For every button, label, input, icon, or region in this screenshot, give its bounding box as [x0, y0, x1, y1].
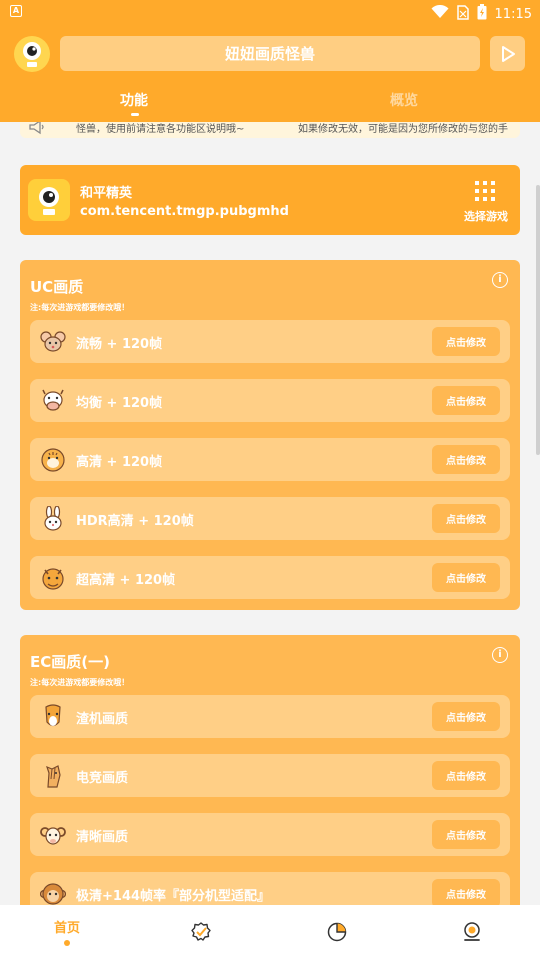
- profile-icon: [464, 922, 480, 941]
- tab-features[interactable]: 功能: [120, 90, 148, 110]
- item-label: 流畅 + 120帧: [76, 337, 163, 352]
- status-icons: 11:15: [431, 4, 532, 24]
- item-label: HDR高清 + 120帧: [76, 514, 194, 529]
- select-game-button[interactable]: 选择游戏: [460, 179, 510, 225]
- grid-icon: [475, 181, 495, 201]
- scrollbar[interactable]: [536, 185, 540, 455]
- active-nav-dot: [64, 940, 70, 946]
- list-item: 高清 + 120帧 点击修改: [30, 438, 510, 481]
- list-item: 清晰画质 点击修改: [30, 813, 510, 856]
- nav-home[interactable]: 首页: [37, 905, 97, 960]
- badge-check-icon: [191, 922, 211, 941]
- battery-charging-icon: [477, 4, 487, 24]
- snake-icon: [45, 704, 61, 727]
- monkey-icon: [40, 883, 66, 905]
- horse-icon: [46, 765, 61, 788]
- info-icon[interactable]: i: [492, 647, 508, 663]
- item-label: 均衡 + 120帧: [76, 396, 163, 411]
- info-icon[interactable]: i: [492, 272, 508, 288]
- section-note: 注:每次进游戏都要修改哦！: [30, 303, 130, 312]
- nav-item-2[interactable]: [172, 905, 232, 960]
- nav-item-3[interactable]: [308, 905, 368, 960]
- item-label: 极清+144帧率『部分机型适配』: [76, 889, 271, 904]
- item-label: 渣机画质: [76, 712, 129, 727]
- item-label: 高清 + 120帧: [76, 455, 163, 470]
- modify-button[interactable]: 点击修改: [432, 386, 500, 415]
- tab-overview[interactable]: 概览: [390, 90, 418, 110]
- monster-logo-icon: [23, 42, 41, 67]
- ec-quality-section: EC画质(一) 注:每次进游戏都要修改哦！ i 渣机画质 点击修改 电竞画质 点…: [20, 635, 520, 935]
- item-label: 清晰画质: [76, 830, 129, 845]
- modify-button[interactable]: 点击修改: [432, 879, 500, 908]
- nav-item-4[interactable]: [443, 905, 503, 960]
- game-package: com.tencent.tmgp.pubgmhd: [80, 204, 289, 219]
- game-logo-icon: [28, 179, 70, 221]
- status-time: 11:15: [494, 6, 532, 22]
- modify-button[interactable]: 点击修改: [432, 702, 500, 731]
- bottom-navigation: 首页: [0, 905, 540, 960]
- selected-game-card: 和平精英 com.tencent.tmgp.pubgmhd 选择游戏: [20, 165, 520, 235]
- list-item: 渣机画质 点击修改: [30, 695, 510, 738]
- list-item: HDR高清 + 120帧 点击修改: [30, 497, 510, 540]
- notice-text-2: 如果修改无效，可能是因为您所修改的与您的手: [298, 124, 508, 135]
- app-title: 妞妞画质怪兽: [60, 36, 480, 71]
- section-title: UC画质: [30, 278, 84, 296]
- modify-button[interactable]: 点击修改: [432, 504, 500, 533]
- play-button[interactable]: [490, 36, 525, 71]
- cow-icon: [42, 389, 64, 411]
- item-label: 电竞画质: [76, 771, 129, 786]
- pie-chart-icon: [327, 922, 347, 942]
- uc-quality-section: UC画质 注:每次进游戏都要修改哦！ i 流畅 + 120帧 点击修改 均衡 +…: [20, 260, 520, 610]
- modify-button[interactable]: 点击修改: [432, 327, 500, 356]
- list-item: 流畅 + 120帧 点击修改: [30, 320, 510, 363]
- wifi-icon: [431, 4, 449, 23]
- item-label: 超高清 + 120帧: [76, 573, 176, 588]
- dragon-icon: [42, 568, 64, 590]
- app-logo[interactable]: [14, 36, 50, 72]
- no-sim-icon: [456, 4, 469, 24]
- modify-button[interactable]: 点击修改: [432, 563, 500, 592]
- status-bar: A 11:15: [0, 0, 540, 26]
- notification-icon: A: [10, 5, 22, 17]
- section-note: 注:每次进游戏都要修改哦！: [30, 678, 130, 687]
- nav-home-label: 首页: [53, 921, 80, 936]
- rabbit-icon: [44, 506, 62, 531]
- select-game-label: 选择游戏: [464, 210, 508, 223]
- list-item: 电竞画质 点击修改: [30, 754, 510, 797]
- modify-button[interactable]: 点击修改: [432, 820, 500, 849]
- goat-icon: [40, 827, 66, 845]
- active-tab-indicator: [131, 113, 139, 116]
- game-name: 和平精英: [80, 186, 133, 201]
- modify-button[interactable]: 点击修改: [432, 445, 500, 474]
- tiger-icon: [41, 448, 65, 472]
- section-title: EC画质(一): [30, 653, 110, 671]
- mouse-icon: [40, 331, 66, 352]
- list-item: 超高清 + 120帧 点击修改: [30, 556, 510, 599]
- play-icon: [501, 45, 515, 62]
- notice-text-1: 怪兽，使用前请注意各功能区说明哦~: [76, 124, 245, 135]
- modify-button[interactable]: 点击修改: [432, 761, 500, 790]
- app-header: A 11:15 妞妞画质怪兽 功能 概览: [0, 0, 540, 122]
- list-item: 均衡 + 120帧 点击修改: [30, 379, 510, 422]
